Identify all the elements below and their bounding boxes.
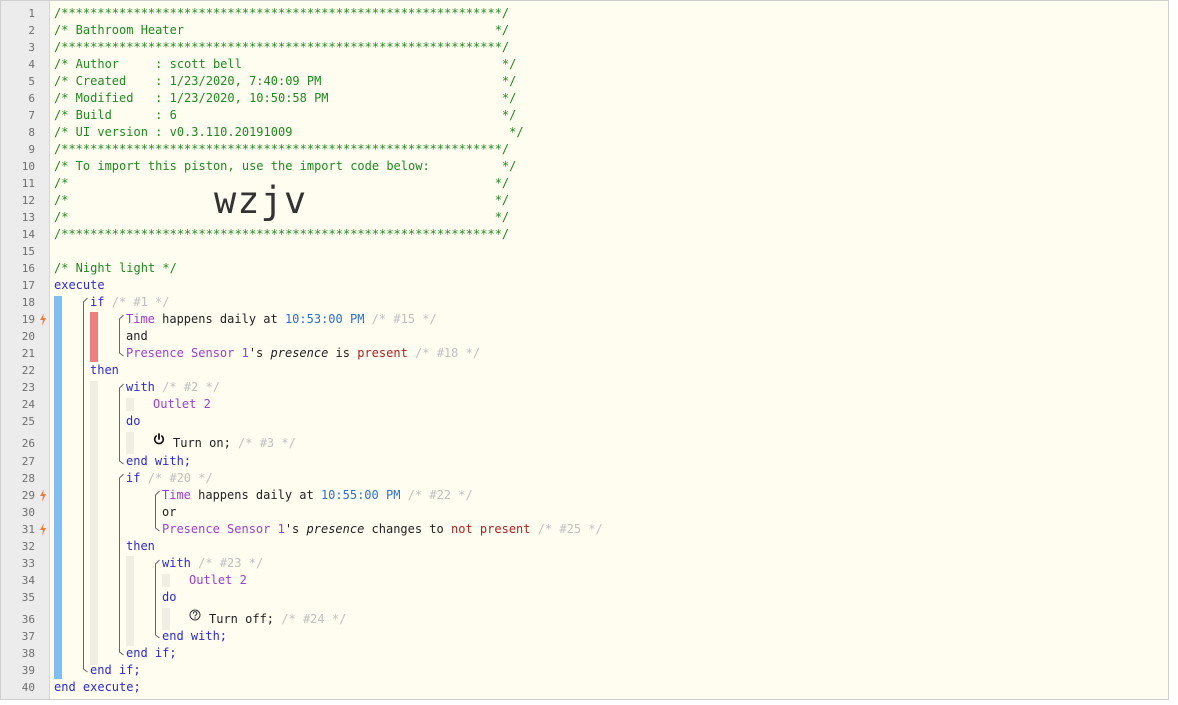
statement-ref: /* #1 */ [111, 295, 170, 309]
turn-on-text: Turn on; [173, 436, 231, 450]
with-statement-2[interactable]: with /* #23 */ [162, 555, 263, 572]
question-mark-circle-icon [189, 609, 201, 621]
end-with-1[interactable]: end with; [126, 453, 191, 470]
and-operator[interactable]: and [126, 328, 148, 345]
statement-ref: /* #18 */ [415, 346, 481, 360]
statement-ref: /* #3 */ [238, 436, 296, 450]
attribute-presence: presence [270, 346, 329, 360]
or-operator[interactable]: or [162, 504, 176, 521]
code-editor[interactable]: 1 2 3 4 5 6 7 8 9 10 11 12 13 14 15 16 17 18 19 20 21 22 23 24 2… [0, 0, 1169, 700]
end-if-1[interactable]: end if; [90, 662, 141, 679]
end-execute[interactable]: end execute; [54, 679, 141, 696]
then-keyword-1[interactable]: then [90, 362, 119, 379]
if-keyword: if [126, 471, 141, 485]
presence-sensor-device: Presence Sensor 1 [126, 346, 249, 360]
presence-sensor-device: Presence Sensor 1 [162, 522, 285, 536]
do-keyword-1[interactable]: do [126, 413, 140, 430]
then-keyword-2[interactable]: then [126, 538, 155, 555]
if-statement-1[interactable]: if /* #1 */ [90, 294, 169, 311]
command-turn-on[interactable]: Turn on; /* #3 */ [173, 435, 296, 452]
happens-daily-text: happens daily at [154, 312, 285, 326]
time-value-1: 10:53:00 PM [284, 312, 365, 326]
statement-ref: /* #24 */ [281, 612, 347, 626]
time-value-2: 10:55:00 PM [320, 488, 401, 502]
happens-daily-text: happens daily at [190, 488, 321, 502]
turn-off-text: Turn off; [209, 612, 275, 626]
condition-time-1[interactable]: Time happens daily at 10:53:00 PM /* #15… [126, 311, 437, 328]
device-outlet-2[interactable]: Outlet 2 [153, 396, 211, 413]
end-if-2[interactable]: end if; [126, 645, 177, 662]
do-keyword-2[interactable]: do [162, 589, 176, 606]
if-keyword: if [90, 295, 105, 309]
with-statement-1[interactable]: with /* #2 */ [126, 379, 220, 396]
time-label: Time [126, 312, 155, 326]
statement-ref: /* #22 */ [407, 488, 473, 502]
value-present: present [357, 346, 408, 360]
possessive-text: 's [284, 522, 307, 536]
changes-to-text: changes to [364, 522, 452, 536]
statement-ref: /* #2 */ [162, 380, 220, 394]
statement-ref: /* #20 */ [147, 471, 213, 485]
device-outlet-2-inner[interactable]: Outlet 2 [189, 572, 247, 589]
night-light-comment: /* Night light */ [54, 261, 177, 275]
if-statement-2[interactable]: if /* #20 */ [126, 470, 213, 487]
end-with-2[interactable]: end with; [162, 628, 227, 645]
condition-presence-1[interactable]: Presence Sensor 1's presence is present … [126, 345, 480, 362]
statement-ref: /* #15 */ [371, 312, 437, 326]
execute-keyword[interactable]: execute [54, 277, 105, 294]
with-keyword: with [126, 380, 155, 394]
command-turn-off[interactable]: Turn off; /* #24 */ [209, 611, 346, 628]
statement-ref: /* #25 */ [537, 522, 603, 536]
with-keyword: with [162, 556, 191, 570]
attribute-presence: presence [306, 522, 365, 536]
condition-time-2[interactable]: Time happens daily at 10:55:00 PM /* #22… [162, 487, 473, 504]
condition-presence-2[interactable]: Presence Sensor 1's presence changes to … [162, 521, 603, 538]
time-label: Time [162, 488, 191, 502]
possessive-text: 's [248, 346, 271, 360]
value-not-present: not present [451, 522, 531, 536]
is-text: is [328, 346, 358, 360]
statement-ref: /* #23 */ [198, 556, 264, 570]
power-icon [153, 433, 165, 445]
